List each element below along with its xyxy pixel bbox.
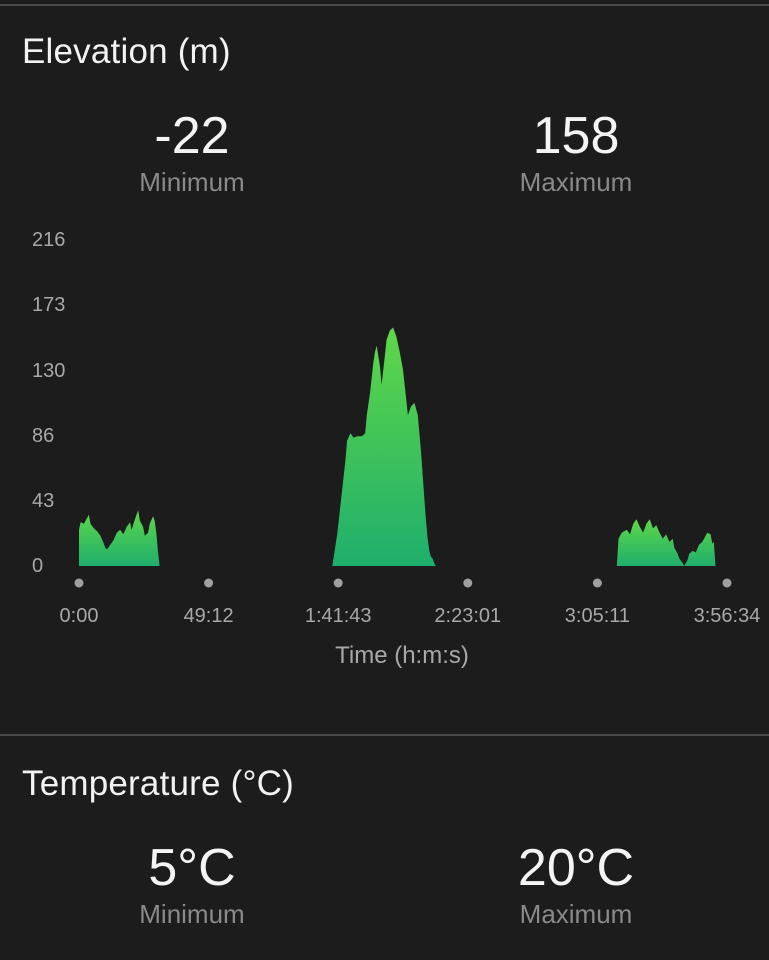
elevation-area-segment: [79, 510, 160, 566]
x-tick-label: 0:00: [60, 605, 99, 627]
y-tick-label: 0: [32, 555, 43, 577]
elevation-chart: 216 173 130 86 43 0 0:00 49:12 1:41:43 2:23:01 3:…: [32, 229, 761, 669]
elevation-title: Elevation (m): [22, 32, 231, 71]
elevation-area-segment: [616, 519, 716, 566]
x-tick-label: 3:56:34: [694, 605, 761, 627]
x-tick-dot: [74, 578, 84, 588]
temperature-max-value: 20°C: [517, 839, 635, 897]
top-divider: [0, 4, 769, 6]
temperature-min-label: Minimum: [139, 899, 245, 929]
elevation-min-stat: -22 Minimum: [42, 106, 342, 198]
y-tick-label: 130: [32, 360, 65, 382]
temperature-max-label: Maximum: [519, 899, 633, 929]
section-divider: [0, 734, 769, 736]
elevation-min-label: Minimum: [139, 167, 245, 197]
x-tick-label: 3:05:11: [565, 605, 630, 627]
elevation-max-stat: 158 Maximum: [426, 106, 726, 198]
x-tick-dot: [592, 578, 602, 588]
x-tick-dot: [722, 578, 732, 588]
x-tick-label: 2:23:01: [434, 605, 501, 627]
y-tick-label: 43: [32, 490, 54, 512]
elevation-max-value: 158: [532, 107, 620, 165]
x-axis-label: Time (h:m:s): [335, 642, 469, 669]
x-tick-label: 49:12: [184, 605, 234, 627]
temperature-max-stat: 20°C Maximum: [426, 838, 726, 930]
x-tick-label: 1:41:43: [305, 605, 372, 627]
y-tick-label: 173: [32, 294, 65, 316]
temperature-min-stat: 5°C Minimum: [42, 838, 342, 930]
temperature-title: Temperature (°C): [22, 764, 294, 803]
x-tick-dot: [333, 578, 343, 588]
elevation-max-label: Maximum: [519, 167, 633, 197]
y-tick-label: 86: [32, 425, 54, 447]
temperature-min-value: 5°C: [148, 839, 236, 897]
elevation-min-value: -22: [154, 107, 230, 165]
y-tick-label: 216: [32, 229, 65, 251]
x-tick-dot: [463, 578, 473, 588]
elevation-area-segment: [332, 327, 436, 566]
x-tick-dot: [204, 578, 214, 588]
